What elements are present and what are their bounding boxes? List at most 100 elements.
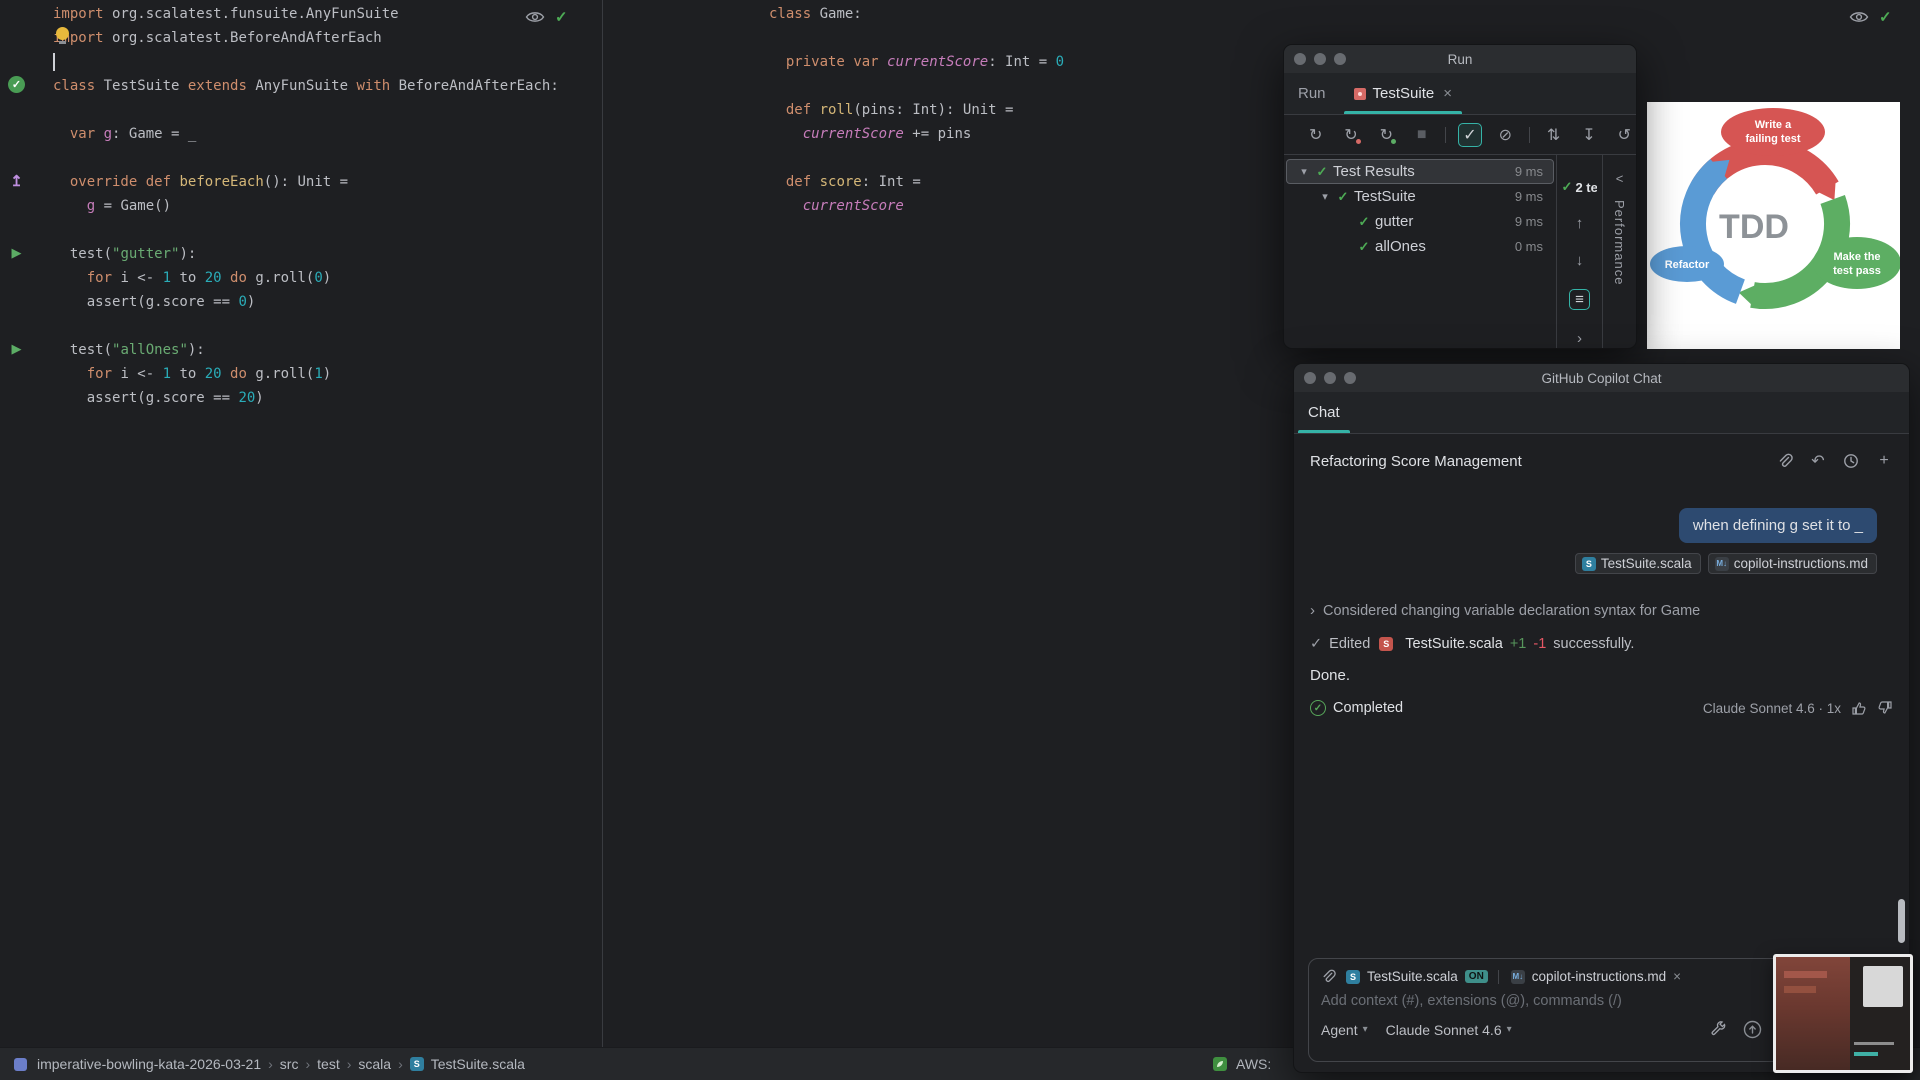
breadcrumb-separator: › <box>305 1056 311 1072</box>
test-name: allOnes <box>1375 238 1426 255</box>
rerun-failed-icon[interactable]: ↻ <box>1339 123 1362 147</box>
tools-icon[interactable] <box>1710 1021 1727 1038</box>
undo-icon[interactable]: ↶ <box>1809 452 1827 470</box>
breadcrumb-separator: › <box>346 1056 352 1072</box>
test-tree-row[interactable]: ✓ gutter 9 ms <box>1286 209 1554 234</box>
context-on-badge[interactable]: ON <box>1464 970 1488 983</box>
expand-panel-icon[interactable]: › <box>1577 330 1582 347</box>
chevron-down-icon: ▾ <box>1506 1024 1512 1035</box>
run-test-icon[interactable]: ▶ <box>8 244 25 261</box>
editor-testsuite[interactable]: import org.scalatest.funsuite.AnyFunSuit… <box>0 0 602 1047</box>
test-tree-row[interactable]: ▾ ✓ TestSuite 9 ms <box>1286 184 1554 209</box>
zoom-window-button[interactable] <box>1334 53 1346 65</box>
input-context-chip[interactable]: M↓ copilot-instructions.md × <box>1509 969 1681 984</box>
chip-label: TestSuite.scala <box>1600 556 1692 571</box>
aws-status-label[interactable]: AWS: <box>1236 1056 1271 1072</box>
toggle-auto-test-icon[interactable]: ↻ <box>1375 123 1398 147</box>
previous-test-icon[interactable]: ↑ <box>1576 215 1584 232</box>
history-icon[interactable] <box>1842 452 1860 470</box>
input-context-chip[interactable]: S TestSuite.scala ON <box>1344 969 1488 984</box>
breadcrumb-item[interactable]: src <box>280 1056 299 1072</box>
code-game[interactable]: class Game: private var currentScore: In… <box>769 2 1064 218</box>
svg-text:Refactor: Refactor <box>1665 259 1710 271</box>
context-chip[interactable]: M↓ copilot-instructions.md <box>1707 553 1877 574</box>
show-passed-icon[interactable]: ✓ <box>1458 122 1482 147</box>
performance-tab-label[interactable]: Performance <box>1612 200 1627 285</box>
close-window-button[interactable] <box>1294 53 1306 65</box>
aws-plugin-icon[interactable] <box>1212 1056 1228 1072</box>
mode-dropdown[interactable]: Agent ▾ <box>1321 1022 1368 1038</box>
code-line: for i <- 1 to 20 do g.roll(1) <box>86 366 332 382</box>
thumbs-up-icon[interactable] <box>1851 700 1867 716</box>
run-window-titlebar[interactable]: Run <box>1284 45 1636 73</box>
zoom-window-button[interactable] <box>1344 372 1356 384</box>
send-icon[interactable] <box>1743 1020 1762 1039</box>
test-tree-row[interactable]: ▾ ✓ Test Results 9 ms <box>1286 159 1554 184</box>
tab-run[interactable]: Run <box>1284 73 1340 114</box>
test-duration: 9 ms <box>1514 164 1543 179</box>
chevron-down-icon[interactable]: ▾ <box>1316 190 1334 203</box>
counter-text: 2 tests passed <box>1575 179 1598 195</box>
reader-mode-eye-icon[interactable] <box>1849 10 1869 24</box>
sort-icon[interactable]: ⇅ <box>1542 123 1565 147</box>
minimize-window-button[interactable] <box>1324 372 1336 384</box>
context-chip[interactable]: S TestSuite.scala <box>1574 553 1701 574</box>
user-message-bubble[interactable]: when defining g set it to _ <box>1678 508 1877 543</box>
breadcrumb-item[interactable]: scala <box>358 1056 391 1072</box>
paperclip-icon[interactable] <box>1321 969 1336 984</box>
svg-text:failing test: failing test <box>1745 133 1800 145</box>
intention-bulb-icon[interactable] <box>55 27 70 44</box>
close-tab-icon[interactable]: × <box>1443 85 1452 102</box>
test-passed-icon: ✓ <box>1358 238 1370 254</box>
breadcrumb: imperative-bowling-kata-2026-03-21 › src › t… <box>35 1056 527 1072</box>
tab-chat[interactable]: Chat <box>1294 392 1354 433</box>
completion-meta: Claude Sonnet 4.6 · 1x <box>1703 700 1893 716</box>
collapse-icon[interactable]: < <box>1616 171 1624 186</box>
file-edit-row[interactable]: ✓ Edited S TestSuite.scala +1 -1 success… <box>1310 636 1893 652</box>
code-line: def roll(pins: Int): Unit = <box>785 102 1014 118</box>
code-testsuite[interactable]: import org.scalatest.funsuite.AnyFunSuit… <box>53 2 559 410</box>
run-test-icon[interactable]: ▶ <box>8 340 25 357</box>
show-ignored-icon[interactable]: ⊘ <box>1494 123 1517 147</box>
window-title: GitHub Copilot Chat <box>1541 370 1662 386</box>
attach-context-icon[interactable] <box>1776 452 1794 470</box>
code-line: assert(g.score == 20) <box>53 390 264 406</box>
stop-icon[interactable]: ■ <box>1410 123 1433 147</box>
code-line: for i <- 1 to 20 do g.roll(0) <box>86 270 332 286</box>
new-chat-icon[interactable]: + <box>1875 452 1893 470</box>
code-line: currentScore += pins <box>802 126 972 142</box>
scrollbar-thumb[interactable] <box>1898 899 1905 943</box>
import-icon[interactable]: ↧ <box>1577 123 1600 147</box>
breadcrumb-item[interactable]: test <box>317 1056 340 1072</box>
rerun-icon[interactable]: ↻ <box>1304 123 1327 147</box>
tab-testsuite[interactable]: TestSuite × <box>1340 73 1466 114</box>
breadcrumb-item[interactable]: TestSuite.scala <box>431 1056 525 1072</box>
model-dropdown[interactable]: Claude Sonnet 4.6 ▾ <box>1386 1022 1512 1038</box>
inspections-passed-icon[interactable]: ✓ <box>1879 8 1892 26</box>
override-method-icon[interactable]: ↥ <box>8 172 25 190</box>
input-actions <box>1710 1020 1762 1039</box>
test-tree-row[interactable]: ✓ allOnes 0 ms <box>1286 234 1554 259</box>
model-thought-row[interactable]: › Considered changing variable declarati… <box>1310 602 1893 619</box>
minimize-window-button[interactable] <box>1314 53 1326 65</box>
inspections-passed-icon[interactable]: ✓ <box>555 8 568 26</box>
copilot-titlebar[interactable]: GitHub Copilot Chat <box>1294 364 1909 392</box>
chevron-down-icon[interactable]: ▾ <box>1295 165 1313 178</box>
thumbs-down-icon[interactable] <box>1877 700 1893 716</box>
thumbnail-window <box>1863 966 1904 1007</box>
next-test-icon[interactable]: ↓ <box>1576 252 1584 269</box>
ide-screen: import org.scalatest.funsuite.AnyFunSuit… <box>0 0 1920 1080</box>
screenshot-thumbnail[interactable] <box>1773 954 1913 1073</box>
remove-chip-icon[interactable]: × <box>1673 969 1681 984</box>
reader-mode-eye-icon[interactable] <box>525 10 545 24</box>
test-passed-gutter-icon[interactable]: ✓ <box>8 76 25 93</box>
chevron-right-icon[interactable]: › <box>1310 602 1315 619</box>
close-window-button[interactable] <box>1304 372 1316 384</box>
breadcrumb-item[interactable]: imperative-bowling-kata-2026-03-21 <box>37 1056 261 1072</box>
test-options-icon[interactable]: ≡ <box>1569 289 1590 310</box>
history-icon[interactable]: ↺ <box>1613 123 1636 147</box>
edited-file-name[interactable]: TestSuite.scala <box>1405 636 1503 652</box>
svg-text:Make the: Make the <box>1833 251 1880 263</box>
code-line: currentScore <box>802 198 904 214</box>
